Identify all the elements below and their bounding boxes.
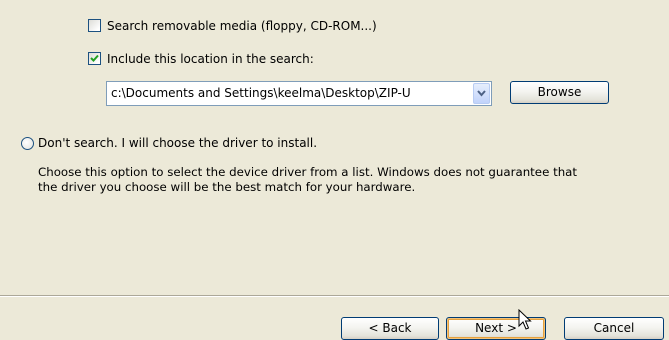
removable-media-label: Search removable media (floppy, CD-ROM..…	[107, 19, 377, 33]
cancel-button[interactable]: Cancel	[564, 317, 664, 340]
removable-media-checkbox[interactable]	[88, 19, 101, 32]
location-combobox[interactable]: c:\Documents and Settings\keelma\Desktop…	[106, 81, 492, 106]
chevron-down-icon	[477, 90, 486, 97]
dont-search-option[interactable]: Don't search. I will choose the driver t…	[21, 135, 381, 151]
removable-media-option[interactable]: Search removable media (floppy, CD-ROM..…	[88, 18, 418, 34]
include-location-checkbox[interactable]	[88, 52, 101, 65]
button-separator-highlight	[0, 296, 669, 297]
include-location-option[interactable]: Include this location in the search:	[88, 51, 358, 67]
back-button[interactable]: < Back	[341, 317, 439, 340]
dont-search-description-line2: the driver you choose will be the best m…	[38, 180, 416, 194]
location-input[interactable]: c:\Documents and Settings\keelma\Desktop…	[111, 85, 464, 101]
checkmark-icon	[90, 54, 99, 62]
mouse-pointer-icon	[518, 309, 532, 330]
browse-button[interactable]: Browse	[510, 81, 609, 104]
include-location-label: Include this location in the search:	[107, 52, 314, 66]
dont-search-label: Don't search. I will choose the driver t…	[38, 136, 318, 150]
dont-search-radio[interactable]	[21, 137, 34, 150]
location-dropdown-button[interactable]	[473, 83, 490, 104]
dont-search-description-line1: Choose this option to select the device …	[38, 165, 578, 179]
